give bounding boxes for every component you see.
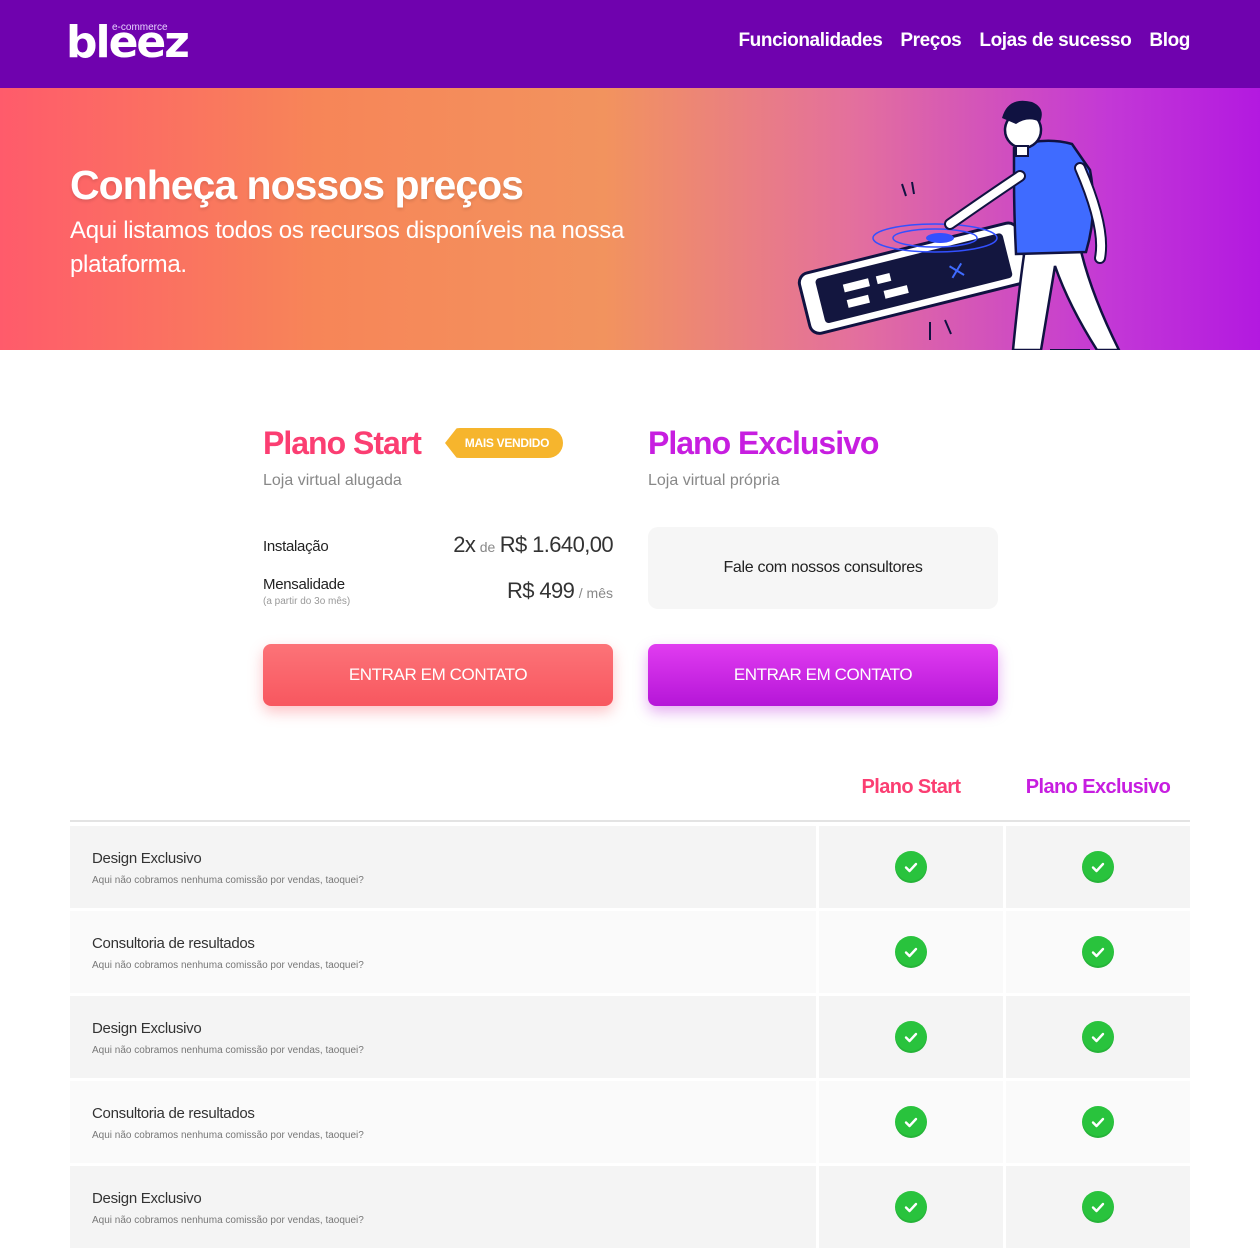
- start-cell: [819, 911, 1003, 993]
- plan-start-subtitle: Loja virtual alugada: [263, 472, 402, 489]
- monthly-unit: / mês: [578, 585, 613, 601]
- feature-name: Design Exclusivo: [92, 1020, 202, 1037]
- plan-exclusive-card: Plano Exclusivo Loja virtual própria Fal…: [648, 420, 998, 706]
- check-circle-icon: [1082, 851, 1114, 883]
- nav-link-funcionalidades[interactable]: Funcionalidades: [738, 30, 882, 52]
- monthly-note: (a partir do 3o mês): [263, 596, 351, 607]
- nav-link-blog[interactable]: Blog: [1149, 30, 1190, 52]
- exclusive-cell: [1006, 1081, 1190, 1163]
- table-row: Design Exclusivo Aqui não cobramos nenhu…: [70, 996, 1190, 1078]
- install-price: 2x de R$ 1.640,00: [453, 532, 613, 558]
- exclusive-cell: [1006, 1166, 1190, 1248]
- install-price-row: Instalação 2x de R$ 1.640,00: [263, 532, 614, 566]
- plan-exclusive-subtitle: Loja virtual própria: [648, 472, 780, 489]
- feature-name: Consultoria de resultados: [92, 935, 255, 952]
- feature-cell: Design Exclusivo Aqui não cobramos nenhu…: [70, 1166, 816, 1248]
- main-nav: Funcionalidades Preços Lojas de sucesso …: [738, 30, 1190, 52]
- feature-description: Aqui não cobramos nenhuma comissão por v…: [92, 1045, 364, 1056]
- logo-tagline: e-commerce: [112, 22, 168, 33]
- hero-title: Conheça nossos preços: [70, 162, 524, 208]
- start-cell: [819, 1166, 1003, 1248]
- comparison-divider: [70, 820, 1190, 822]
- feature-name: Consultoria de resultados: [92, 1105, 255, 1122]
- install-value: R$ 1.640,00: [499, 532, 614, 557]
- comparison-header-start: Plano Start: [861, 776, 962, 798]
- plan-exclusive-title: Plano Exclusivo: [648, 425, 879, 461]
- feature-cell: Consultoria de resultados Aqui não cobra…: [70, 911, 816, 993]
- feature-description: Aqui não cobramos nenhuma comissão por v…: [92, 960, 364, 971]
- feature-name: Design Exclusivo: [92, 1190, 202, 1207]
- hero-subtitle: Aqui listamos todos os recursos disponív…: [70, 217, 625, 278]
- nav-link-precos[interactable]: Preços: [900, 30, 961, 52]
- check-circle-icon: [895, 1191, 927, 1223]
- check-circle-icon: [895, 1106, 927, 1138]
- check-circle-icon: [1082, 1106, 1114, 1138]
- feature-description: Aqui não cobramos nenhuma comissão por v…: [92, 1215, 364, 1226]
- monthly-price: R$ 499 / mês: [507, 578, 613, 604]
- top-navbar: bleez e-commerce Funcionalidades Preços …: [0, 0, 1260, 88]
- best-seller-badge: MAIS VENDIDO: [445, 428, 563, 458]
- exclusive-cell: [1006, 996, 1190, 1078]
- nav-link-lojas-de-sucesso[interactable]: Lojas de sucesso: [979, 30, 1131, 52]
- start-cell: [819, 996, 1003, 1078]
- feature-cell: Consultoria de resultados Aqui não cobra…: [70, 1081, 816, 1163]
- feature-cell: Design Exclusivo Aqui não cobramos nenhu…: [70, 996, 816, 1078]
- check-circle-icon: [895, 1021, 927, 1053]
- check-circle-icon: [1082, 936, 1114, 968]
- check-circle-icon: [895, 936, 927, 968]
- table-row: Consultoria de resultados Aqui não cobra…: [70, 1081, 1190, 1163]
- start-cell: [819, 826, 1003, 908]
- start-cell: [819, 1081, 1003, 1163]
- consultants-box: Fale com nossos consultores: [648, 527, 998, 609]
- monthly-value: R$ 499: [506, 578, 575, 603]
- check-circle-icon: [895, 851, 927, 883]
- exclusive-cell: [1006, 911, 1190, 993]
- feature-cell: Design Exclusivo Aqui não cobramos nenhu…: [70, 826, 816, 908]
- check-circle-icon: [1082, 1191, 1114, 1223]
- hero-banner: Conheça nossos preços Aqui listamos todo…: [0, 88, 1260, 350]
- plan-start-contact-button[interactable]: ENTRAR EM CONTATO: [263, 644, 613, 706]
- comparison-header-exclusive: Plano Exclusivo: [1025, 776, 1171, 798]
- install-times: 2x: [453, 532, 476, 557]
- feature-description: Aqui não cobramos nenhuma comissão por v…: [92, 875, 364, 886]
- install-label: Instalação: [263, 538, 329, 555]
- check-circle-icon: [1082, 1021, 1114, 1053]
- bleez-logo[interactable]: bleez e-commerce: [66, 18, 190, 68]
- table-row: Design Exclusivo Aqui não cobramos nenhu…: [70, 826, 1190, 908]
- feature-name: Design Exclusivo: [92, 850, 202, 867]
- plan-start-card: Plano Start MAIS VENDIDO Loja virtual al…: [263, 420, 614, 706]
- monthly-price-row: Mensalidade (a partir do 3o mês) R$ 499 …: [263, 576, 613, 612]
- person-with-tablet-illustration: [797, 100, 1121, 350]
- plan-exclusive-contact-button[interactable]: ENTRAR EM CONTATO: [648, 644, 998, 706]
- exclusive-cell: [1006, 826, 1190, 908]
- install-de: de: [479, 539, 496, 555]
- table-row: Design Exclusivo Aqui não cobramos nenhu…: [70, 1166, 1190, 1248]
- monthly-label: Mensalidade: [263, 576, 345, 593]
- feature-description: Aqui não cobramos nenhuma comissão por v…: [92, 1130, 364, 1141]
- table-row: Consultoria de resultados Aqui não cobra…: [70, 911, 1190, 993]
